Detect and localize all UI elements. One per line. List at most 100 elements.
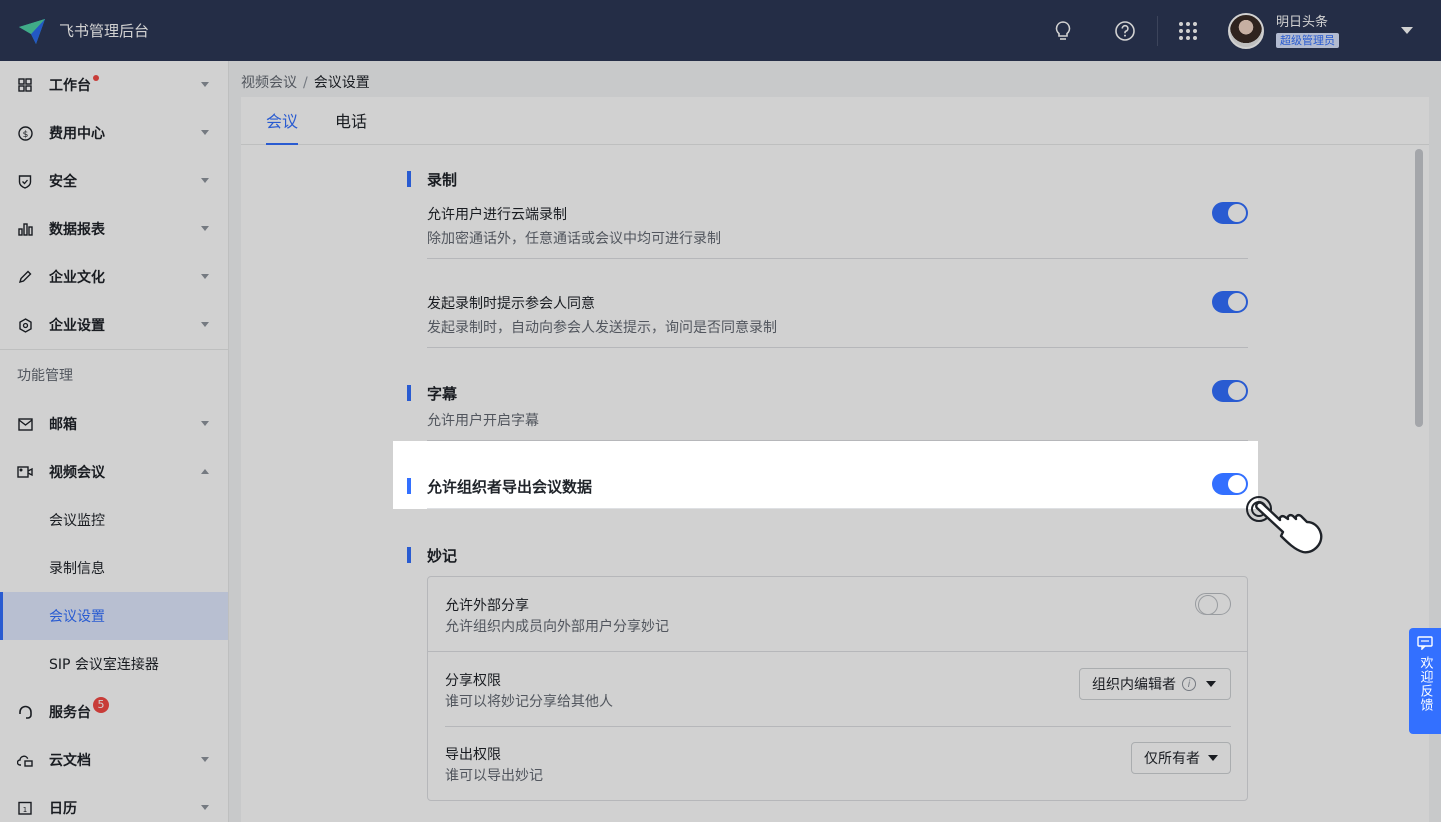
sidebar-item-label: 企业文化 [49, 270, 105, 286]
chevron-down-icon [201, 130, 209, 135]
divider [427, 508, 1248, 509]
recording-consent-toggle[interactable] [1212, 291, 1248, 313]
chevron-down-icon [201, 757, 209, 762]
chevron-down-icon [201, 421, 209, 426]
sidebar-item-label: 安全 [49, 174, 77, 190]
setting-title: 发起录制时提示参会人同意 [427, 296, 595, 312]
section-header: 录制 [407, 169, 457, 190]
sidebar-item-settings[interactable]: 企业设置 [0, 301, 228, 349]
grid-icon [17, 77, 33, 93]
sidebar-subitem-recording-info[interactable]: 录制信息 [0, 544, 228, 592]
bar-chart-icon [17, 221, 33, 237]
pen-icon [17, 269, 33, 285]
chevron-down-icon [201, 805, 209, 810]
divider [427, 347, 1248, 348]
app-title: 飞书管理后台 [59, 22, 150, 40]
chevron-down-icon [201, 226, 209, 231]
headset-icon [17, 704, 33, 720]
select-value: 组织内编辑者 [1092, 677, 1176, 693]
setting-desc: 允许组织内成员向外部用户分享妙记 [445, 619, 669, 635]
sidebar-item-label: 云文档 [49, 753, 91, 769]
sidebar-item-label: 工作台 [49, 78, 91, 94]
chevron-down-icon [201, 178, 209, 183]
user-avatar[interactable] [1228, 12, 1264, 49]
setting-desc: 谁可以将妙记分享给其他人 [445, 694, 613, 710]
apps-grid-icon[interactable] [1176, 19, 1200, 43]
svg-text:1: 1 [23, 806, 27, 814]
notification-dot [93, 75, 99, 81]
share-permission-select[interactable]: 组织内编辑者 i [1079, 668, 1231, 700]
captions-toggle[interactable] [1212, 380, 1248, 402]
sidebar-item-cloud-docs[interactable]: 云文档 [0, 736, 228, 784]
svg-text:$: $ [22, 130, 28, 140]
sidebar: 工作台 $ 费用中心 安全 数据报表 企业文化 企业设置 功能管理 邮箱 视频会… [0, 61, 229, 822]
calendar-icon: 1 [17, 800, 33, 816]
sidebar-item-service-desk[interactable]: 服务台 5 [0, 688, 228, 736]
section-header: 字幕 [407, 383, 457, 404]
hexagon-settings-icon [17, 317, 33, 333]
setting-desc: 除加密通话外，任意通话或会议中均可进行录制 [427, 231, 721, 247]
pointer-hand-icon [1246, 496, 1323, 554]
breadcrumb-current: 会议设置 [313, 75, 370, 91]
top-bar: 飞书管理后台 明日头条 超级管理员 [0, 0, 1441, 61]
cloud-recording-toggle[interactable] [1212, 202, 1248, 224]
help-icon[interactable] [1113, 19, 1137, 43]
sidebar-item-billing[interactable]: $ 费用中心 [0, 109, 228, 157]
sidebar-item-label: 视频会议 [49, 465, 105, 481]
setting-desc: 谁可以导出妙记 [445, 768, 543, 784]
notification-badge: 5 [93, 697, 109, 713]
chevron-up-icon [201, 469, 209, 474]
cloud-doc-icon [17, 752, 33, 768]
minutes-settings-box: 允许外部分享 允许组织内成员向外部用户分享妙记 分享权限 谁可以将妙记分享给其他… [427, 576, 1248, 801]
sidebar-item-culture[interactable]: 企业文化 [0, 253, 228, 301]
user-role-badge: 超级管理员 [1276, 32, 1339, 48]
sidebar-item-calendar[interactable]: 1 日历 [0, 784, 228, 822]
lightbulb-icon[interactable] [1051, 19, 1075, 43]
setting-title: 导出权限 [445, 747, 501, 763]
sidebar-section-title: 功能管理 [17, 368, 73, 384]
feedback-label: 欢迎反馈 [1417, 656, 1433, 712]
user-menu-caret-icon[interactable] [1401, 27, 1413, 34]
highlighted-setting-row: 允许组织者导出会议数据 [393, 441, 1258, 509]
setting-title: 允许用户进行云端录制 [427, 207, 567, 223]
tab-bar: 会议 电话 [241, 97, 1429, 145]
sidebar-item-video-meeting[interactable]: 视频会议 [0, 448, 228, 496]
sidebar-item-mail[interactable]: 邮箱 [0, 400, 228, 448]
tab-phone[interactable]: 电话 [335, 96, 367, 144]
user-info[interactable]: 明日头条 超级管理员 [1276, 14, 1339, 48]
sidebar-subitem-meeting-monitor[interactable]: 会议监控 [0, 496, 228, 544]
chevron-down-icon [201, 82, 209, 87]
setting-title: 分享权限 [445, 673, 501, 689]
dollar-icon: $ [17, 125, 33, 141]
mail-icon [17, 416, 33, 432]
header-divider [1157, 15, 1158, 46]
breadcrumb-parent[interactable]: 视频会议 [241, 75, 297, 91]
chevron-down-icon [201, 322, 209, 327]
sidebar-item-label: 服务台 [49, 705, 91, 721]
tab-meeting[interactable]: 会议 [266, 96, 299, 145]
chevron-down-icon [201, 274, 209, 279]
sidebar-item-workbench[interactable]: 工作台 [0, 61, 228, 109]
divider [445, 726, 1231, 727]
sidebar-subitem-meeting-settings[interactable]: 会议设置 [0, 592, 228, 640]
shield-icon [17, 173, 33, 189]
scrollbar[interactable] [1415, 149, 1423, 427]
chevron-down-icon [1206, 681, 1216, 687]
sidebar-item-label: 数据报表 [49, 222, 105, 238]
feishu-logo-icon [19, 18, 45, 44]
sidebar-item-label: 企业设置 [49, 318, 105, 334]
divider [427, 258, 1248, 259]
section-header: 妙记 [407, 545, 457, 566]
sidebar-item-reports[interactable]: 数据报表 [0, 205, 228, 253]
sidebar-item-security[interactable]: 安全 [0, 157, 228, 205]
breadcrumb-separator: / [303, 75, 308, 91]
section-header: 允许组织者导出会议数据 [407, 476, 592, 497]
external-share-row: 允许外部分享 允许组织内成员向外部用户分享妙记 [428, 577, 1247, 652]
external-share-toggle[interactable] [1195, 593, 1231, 615]
setting-desc: 发起录制时，自动向参会人发送提示，询问是否同意录制 [427, 320, 777, 336]
sidebar-item-label: 邮箱 [49, 417, 77, 433]
info-icon[interactable]: i [1182, 677, 1196, 691]
sidebar-subitem-sip-connector[interactable]: SIP 会议室连接器 [0, 640, 228, 688]
export-permission-select[interactable]: 仅所有者 [1131, 742, 1231, 774]
feedback-button[interactable]: 欢迎反馈 [1409, 628, 1441, 734]
